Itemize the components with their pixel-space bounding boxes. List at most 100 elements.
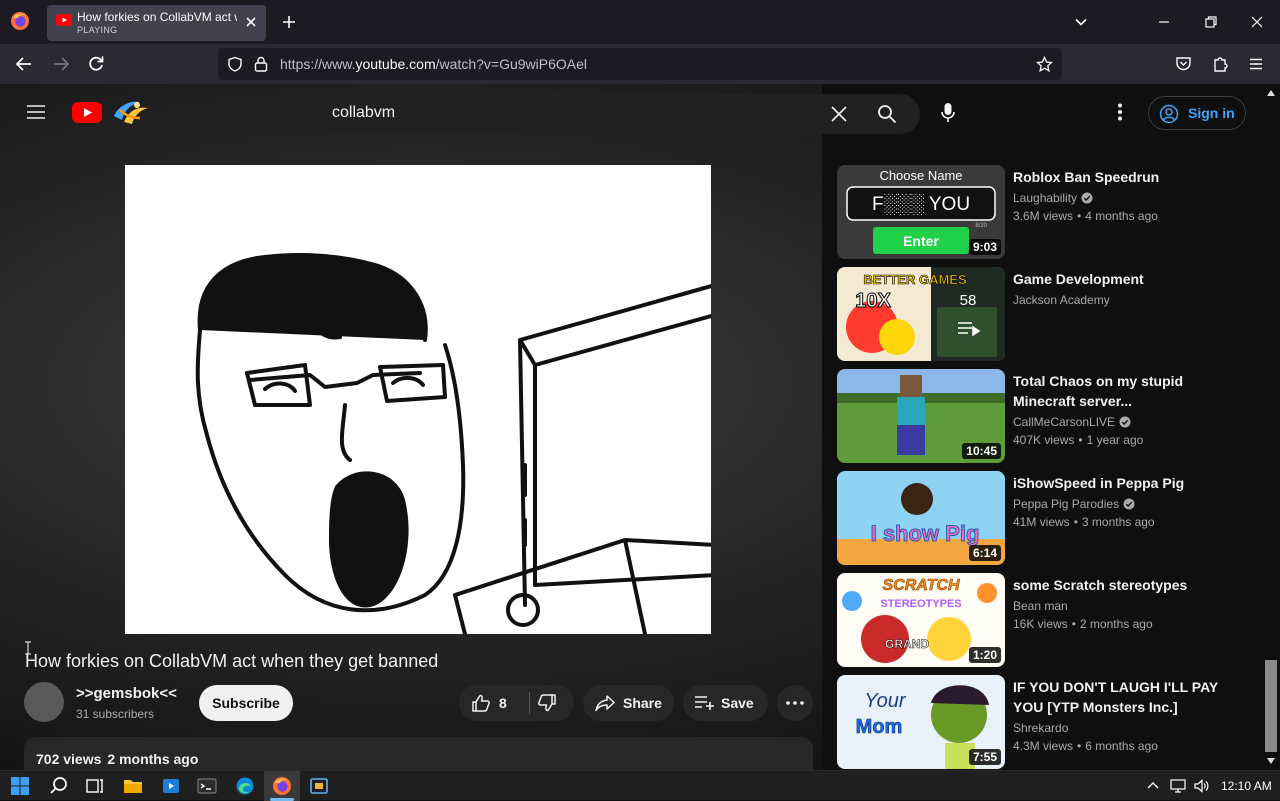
search-input[interactable]: collabvm [332,104,395,122]
tracking-shield-icon[interactable] [227,56,243,72]
file-explorer-icon[interactable] [123,776,143,796]
search-box[interactable]: collabvm [317,94,920,134]
view-count: 702 views [36,751,102,767]
recommendation-item[interactable]: 10:45 Total Chaos on my stupid Minecraft… [837,369,1257,463]
channel-avatar[interactable] [24,682,64,722]
extensions-puzzle-icon[interactable] [1212,55,1229,73]
taskbar-clock[interactable]: 12:10 AM [1221,779,1272,793]
subscribe-button[interactable]: Subscribe [199,685,293,721]
thumbs-up-icon[interactable] [471,694,491,712]
video-thumbnail[interactable]: 10:45 [837,369,1005,463]
thumb-enter: Enter [903,233,939,249]
rec-title[interactable]: Game Development [1013,269,1243,289]
rec-channel[interactable]: CallMeCarsonLIVE [1013,415,1131,429]
windows-taskbar: 12:10 AM [0,770,1280,801]
thumbnail-art: BETTER GAMES 10X 58 [837,267,1005,361]
network-icon[interactable] [1170,778,1186,794]
video-player[interactable] [125,165,711,634]
sign-in-button[interactable]: Sign in [1148,96,1246,130]
video-duration: 9:03 [968,239,1001,255]
rec-channel[interactable]: Laughability [1013,191,1093,205]
scrollbar-thumb[interactable] [1265,660,1277,752]
thumb-banner: BETTER GAMES [863,272,967,287]
search-icon[interactable] [877,104,897,124]
recommendation-item[interactable]: BETTER GAMES 10X 58 Game Development Jac… [837,267,1257,361]
url-text: https://www.youtube.com/watch?v=Gu9wiP6O… [280,56,587,72]
lock-icon[interactable] [254,56,268,72]
scroll-down-arrow-icon[interactable] [1267,758,1275,764]
rec-meta: 16K views • 2 months ago [1013,617,1153,631]
rec-title[interactable]: some Scratch stereotypes [1013,575,1243,595]
video-thumbnail[interactable]: Choose Name F░░░ YOU 8/20 Enter 9:03 [837,165,1005,259]
sign-in-label: Sign in [1188,105,1235,121]
youtube-favicon-icon [56,14,72,26]
volume-icon[interactable] [1193,778,1209,794]
task-view-icon[interactable] [85,776,105,796]
account-circle-icon [1159,104,1179,124]
recommendation-item[interactable]: SCRATCH STEREOTYPES GRAND 1:20 some Scra… [837,573,1257,667]
video-thumbnail[interactable]: I show Pig 6:14 [837,471,1005,565]
show-hidden-icons-chevron-icon[interactable] [1147,780,1159,792]
thumb-word: I show Pig [871,521,980,546]
window-minimize-icon[interactable] [1157,15,1171,29]
rec-channel[interactable]: Bean man [1013,599,1068,613]
reload-icon[interactable] [87,55,105,73]
firefox-taskbar-icon[interactable] [272,776,292,796]
rec-channel[interactable]: Shrekardo [1013,721,1068,735]
rec-channel[interactable]: Jackson Academy [1013,293,1110,307]
rec-title[interactable]: Total Chaos on my stupid Minecraft serve… [1013,371,1243,411]
recommendation-item[interactable]: Your Mom 7:55 IF YOU DON'T LAUGH I'LL PA… [837,675,1257,769]
url-bar[interactable]: https://www.youtube.com/watch?v=Gu9wiP6O… [218,48,1062,80]
pocket-icon[interactable] [1175,56,1192,72]
like-dislike-group: 8 [459,685,574,721]
list-all-tabs-chevron-icon[interactable] [1074,15,1088,29]
rec-title[interactable]: iShowSpeed in Peppa Pig [1013,473,1243,493]
recommendation-item[interactable]: I show Pig 6:14 iShowSpeed in Peppa Pig … [837,471,1257,565]
like-count[interactable]: 8 [499,695,507,711]
guide-menu-icon[interactable] [26,104,46,120]
window-restore-icon[interactable] [1204,15,1218,29]
app-window-icon[interactable] [309,776,329,796]
thumbs-down-icon[interactable] [537,694,557,712]
hamburger-menu-icon[interactable] [1249,57,1263,71]
recommendation-item[interactable]: Choose Name F░░░ YOU 8/20 Enter 9:03 Rob… [837,165,1257,259]
video-duration: 10:45 [962,443,1001,459]
voice-search-mic-icon[interactable] [940,102,956,124]
page-scrollbar[interactable] [1262,84,1280,770]
windows-start-icon[interactable] [10,776,30,796]
bookmark-star-icon[interactable] [1036,56,1053,73]
share-button[interactable]: Share [583,685,674,721]
browser-tab-active[interactable]: How forkies on CollabVM act w PLAYING [47,5,266,41]
media-app-icon[interactable] [161,776,181,796]
rec-channel[interactable]: Peppa Pig Parodies [1013,497,1135,511]
terminal-icon[interactable] [197,776,217,796]
like-divider [529,692,530,714]
channel-name-link[interactable]: >>gemsbok<< [76,685,177,702]
firefox-icon[interactable] [10,11,30,31]
tab-close-icon[interactable] [244,15,258,29]
scroll-up-arrow-icon[interactable] [1267,90,1275,96]
thumb-counter: 8/20 [975,223,987,229]
thumb-heading: Choose Name [879,168,962,183]
verified-check-icon [1119,416,1131,428]
rec-meta: 41M views • 3 months ago [1013,515,1155,529]
window-close-icon[interactable] [1250,15,1264,29]
rec-title[interactable]: Roblox Ban Speedrun [1013,167,1243,187]
save-button[interactable]: Save [683,685,768,721]
youtube-logo-icon[interactable] [72,102,102,123]
youtube-doodle-logo-icon[interactable] [110,96,152,128]
thumb-line2: Mom [856,716,903,738]
back-arrow-icon[interactable] [15,56,33,72]
playlist-thumbnail[interactable]: BETTER GAMES 10X 58 [837,267,1005,361]
forward-arrow-icon[interactable] [52,56,70,72]
clear-search-icon[interactable] [831,106,847,122]
video-thumbnail[interactable]: SCRATCH STEREOTYPES GRAND 1:20 [837,573,1005,667]
settings-kebab-icon[interactable] [1117,103,1123,121]
taskbar-search-icon[interactable] [49,776,69,796]
edge-browser-icon[interactable] [235,776,255,796]
description-box[interactable]: 702 views 2 months ago [24,737,813,770]
more-actions-button[interactable] [777,685,813,721]
rec-title[interactable]: IF YOU DON'T LAUGH I'LL PAY YOU [YTP Mon… [1013,677,1243,717]
new-tab-icon[interactable] [281,14,297,30]
video-thumbnail[interactable]: Your Mom 7:55 [837,675,1005,769]
